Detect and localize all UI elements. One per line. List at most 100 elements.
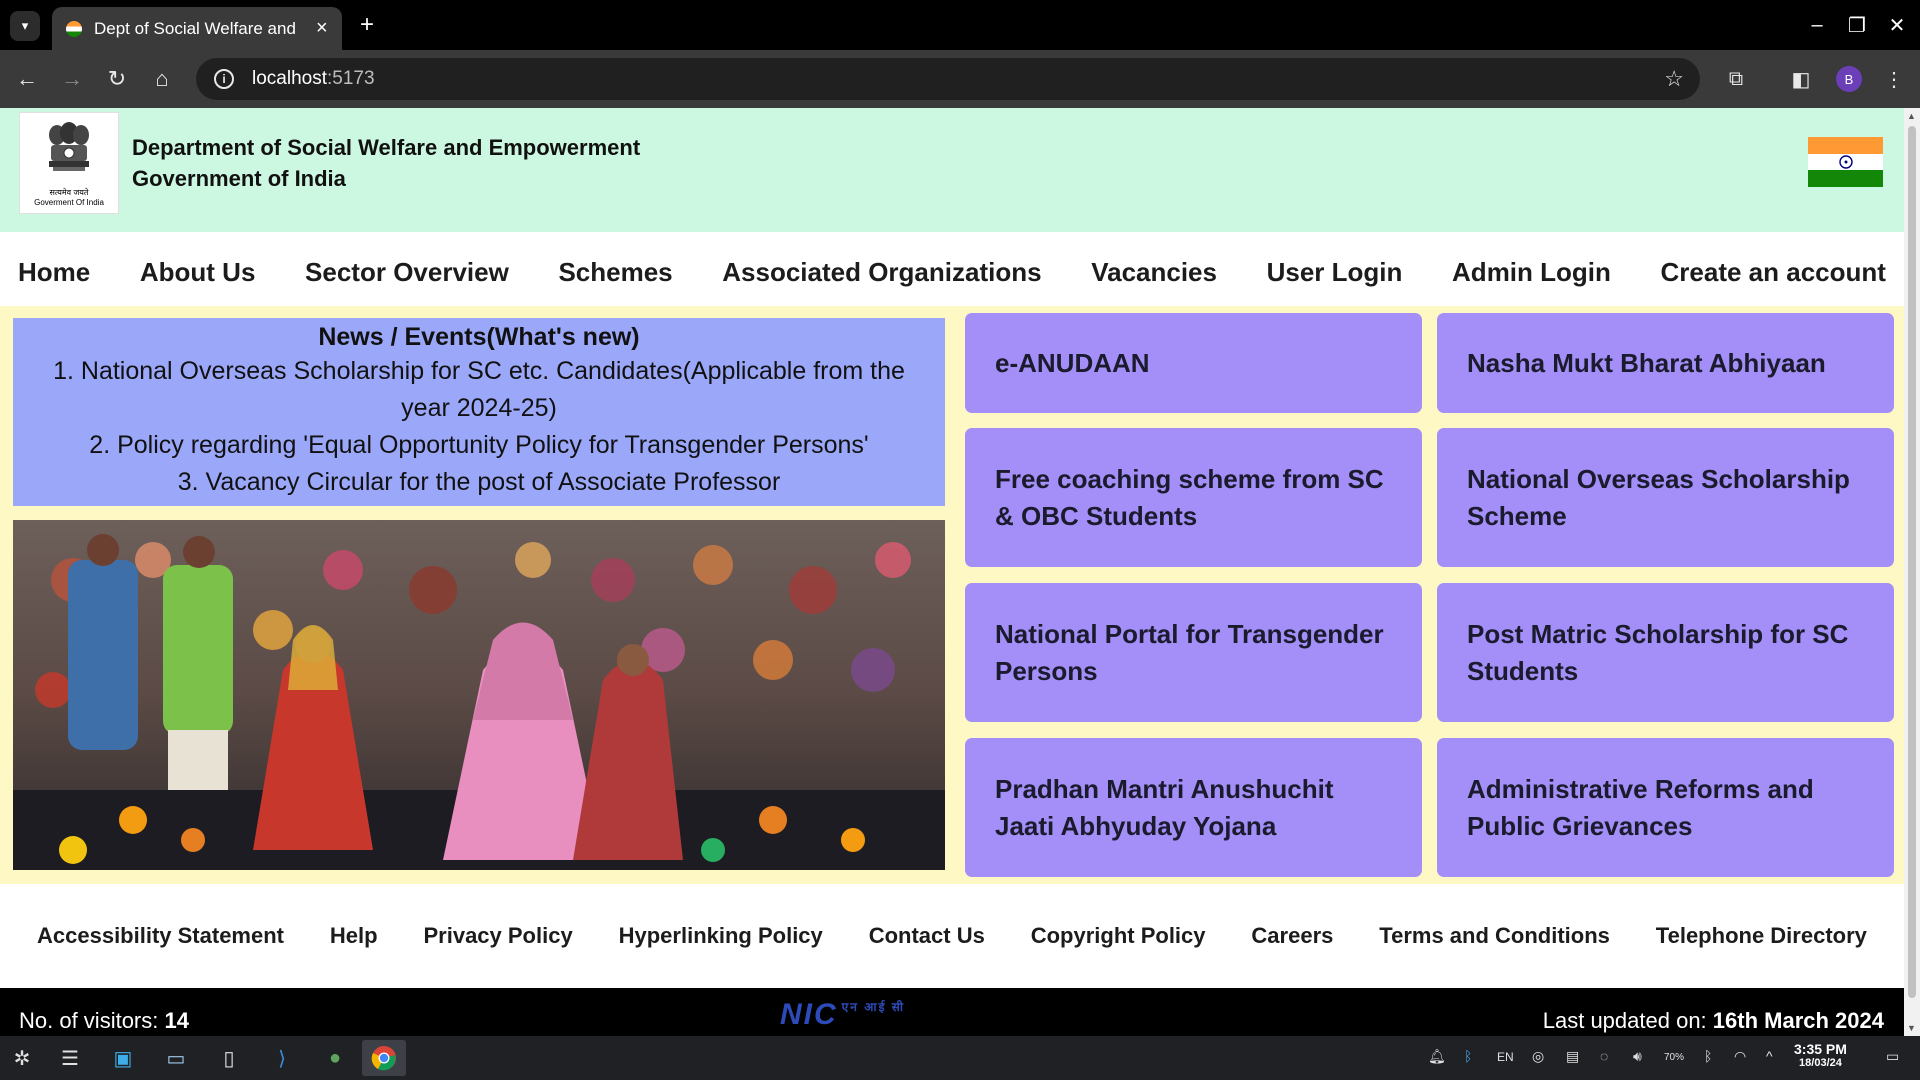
store-icon[interactable]: ▣	[101, 1040, 145, 1076]
footer-bottom: No. of visitors: 14 NIC एन आई सी Last upd…	[0, 988, 1904, 1036]
title-line-1: Department of Social Welfare and Empower…	[132, 135, 641, 160]
notifications-icon[interactable]: 🔔︎	[1428, 1048, 1446, 1065]
nav-about-us[interactable]: About Us	[140, 257, 256, 288]
page-viewport: सत्यमेव जयते Goverment Of India Departme…	[0, 108, 1904, 1036]
footer-privacy-link[interactable]: Privacy Policy	[423, 923, 572, 949]
emblem-icon	[49, 122, 89, 171]
mongodb-compass-icon[interactable]: ●	[313, 1040, 357, 1076]
scheme-card-pm-ajay[interactable]: Pradhan Mantri Anushuchit Jaati Abhyuday…	[965, 738, 1422, 877]
text-editor-icon[interactable]: ▯	[207, 1040, 251, 1076]
nav-home[interactable]: Home	[18, 257, 90, 288]
os-taskbar: ✲ ☰ ▣ ▭ ▯ ⟩ ● 🔔︎ ᛒ EN ◎ ▤ ◌ 🔊︎ 70% ᛒ ◠ ^…	[0, 1036, 1920, 1080]
vscode-icon[interactable]: ⟩	[260, 1040, 304, 1076]
ashoka-chakra-icon	[1838, 155, 1853, 169]
bluetooth-icon[interactable]: ᛒ	[1704, 1048, 1712, 1064]
footer-accessibility-link[interactable]: Accessibility Statement	[37, 923, 284, 949]
india-flag	[1808, 137, 1883, 188]
system-clock[interactable]: 3:35 PM 18/03/24	[1794, 1041, 1847, 1069]
accessibility-icon[interactable]: ◎	[1532, 1048, 1544, 1065]
hero-photo	[13, 520, 945, 870]
nav-vacancies[interactable]: Vacancies	[1091, 257, 1217, 288]
nav-create-account[interactable]: Create an account	[1661, 257, 1886, 288]
file-manager-icon[interactable]: ▭	[154, 1040, 198, 1076]
crowd-photo-illustration	[13, 520, 945, 870]
wifi-icon[interactable]: ◠	[1734, 1048, 1746, 1065]
nav-user-login[interactable]: User Login	[1267, 257, 1403, 288]
volume-icon[interactable]: 🔊︎	[1633, 1048, 1642, 1065]
bluetooth-status-icon[interactable]: ᛒ	[1464, 1048, 1472, 1064]
launcher-icon[interactable]: ✲	[0, 1040, 44, 1076]
menu-icon[interactable]: ⋮	[1879, 64, 1909, 94]
forward-icon[interactable]: →	[57, 64, 87, 94]
bookmark-star-icon[interactable]: ☆	[1664, 66, 1684, 92]
extensions-icon[interactable]: ⧉	[1721, 64, 1751, 94]
main-content: News / Events(What's new) 1. National Ov…	[0, 306, 1904, 884]
minimize-icon[interactable]: –	[1802, 10, 1832, 40]
back-icon[interactable]: ←	[12, 64, 42, 94]
scroll-down-icon[interactable]: ▼	[1907, 1023, 1916, 1033]
scheme-card-transgender-portal[interactable]: National Portal for Transgender Persons	[965, 583, 1422, 722]
favicon-icon	[66, 20, 82, 37]
emblem-caption: Goverment Of India	[34, 198, 104, 207]
nic-logo: NIC एन आई सी	[780, 998, 906, 1031]
footer-links: Accessibility Statement Help Privacy Pol…	[0, 884, 1904, 988]
reload-icon[interactable]: ↻	[102, 64, 132, 94]
title-line-2: Government of India	[132, 166, 346, 191]
page-scrollbar[interactable]: ▲ ▼	[1904, 108, 1920, 1036]
national-emblem: सत्यमेव जयते Goverment Of India	[19, 112, 119, 214]
nav-admin-login[interactable]: Admin Login	[1452, 257, 1611, 288]
footer-contact-link[interactable]: Contact Us	[869, 923, 985, 949]
tab-search-button[interactable]: ▾	[10, 11, 40, 41]
news-panel: News / Events(What's new) 1. National Ov…	[13, 318, 945, 506]
night-light-icon[interactable]: ◌	[1600, 1048, 1608, 1064]
nav-associated-organizations[interactable]: Associated Organizations	[722, 257, 1041, 288]
keyboard-layout[interactable]: EN	[1497, 1050, 1514, 1064]
url-text: localhost:5173	[252, 68, 375, 89]
footer-telephone-link[interactable]: Telephone Directory	[1656, 923, 1867, 949]
department-title: Department of Social Welfare and Empower…	[132, 132, 640, 194]
scrollbar-thumb[interactable]	[1908, 126, 1916, 998]
scheme-card-post-matric[interactable]: Post Matric Scholarship for SC Students	[1437, 583, 1894, 722]
browser-toolbar: ← → ↻ ⌂ i localhost:5173 ☆ ⧉ ◧ ⋮	[0, 50, 1920, 108]
scheme-card-e-anudaan[interactable]: e-ANUDAAN	[965, 313, 1422, 413]
new-tab-button[interactable]: +	[352, 10, 382, 40]
nav-sector-overview[interactable]: Sector Overview	[305, 257, 509, 288]
footer-careers-link[interactable]: Careers	[1251, 923, 1333, 949]
task-manager-icon[interactable]: ☰	[48, 1040, 92, 1076]
close-tab-icon[interactable]: ×	[316, 17, 328, 40]
address-bar[interactable]: i localhost:5173 ☆	[196, 58, 1700, 100]
news-item[interactable]: 1. National Overseas Scholarship for SC …	[13, 353, 945, 427]
chevron-down-icon: ▾	[21, 18, 29, 33]
side-panel-icon[interactable]: ◧	[1786, 64, 1816, 94]
scheme-card-nasha-mukt[interactable]: Nasha Mukt Bharat Abhiyaan	[1437, 313, 1894, 413]
footer-terms-link[interactable]: Terms and Conditions	[1379, 923, 1610, 949]
news-item[interactable]: 3. Vacancy Circular for the post of Asso…	[13, 464, 945, 501]
scheme-card-overseas-scholarship[interactable]: National Overseas Scholarship Scheme	[1437, 428, 1894, 567]
chrome-icon[interactable]	[362, 1040, 406, 1076]
footer-copyright-link[interactable]: Copyright Policy	[1031, 923, 1206, 949]
site-header: सत्यमेव जयते Goverment Of India Departme…	[0, 108, 1904, 232]
news-title: News / Events(What's new)	[318, 323, 640, 351]
news-item[interactable]: 2. Policy regarding 'Equal Opportunity P…	[13, 427, 945, 464]
browser-tab[interactable]: Dept of Social Welfare and ×	[52, 7, 342, 50]
scheme-card-admin-reforms[interactable]: Administrative Reforms and Public Grieva…	[1437, 738, 1894, 877]
browser-tab-bar: ▾ Dept of Social Welfare and × + – ❐ ✕	[0, 0, 1920, 50]
window-close-icon[interactable]: ✕	[1882, 10, 1912, 40]
clipboard-icon[interactable]: ▤	[1566, 1048, 1579, 1065]
visitor-count: No. of visitors: 14	[19, 1008, 189, 1033]
tray-expand-icon[interactable]: ^	[1766, 1048, 1773, 1064]
footer-help-link[interactable]: Help	[330, 923, 378, 949]
footer-hyperlinking-link[interactable]: Hyperlinking Policy	[619, 923, 823, 949]
scroll-up-icon[interactable]: ▲	[1907, 111, 1916, 121]
home-icon[interactable]: ⌂	[147, 64, 177, 94]
restore-icon[interactable]: ❐	[1842, 10, 1872, 40]
show-desktop-icon[interactable]: ▭	[1886, 1048, 1899, 1065]
scheme-card-free-coaching[interactable]: Free coaching scheme from SC & OBC Stude…	[965, 428, 1422, 567]
site-info-icon[interactable]: i	[214, 69, 234, 89]
battery-status[interactable]: 70%	[1664, 1052, 1684, 1063]
main-navigation: Home About Us Sector Overview Schemes As…	[0, 232, 1904, 312]
nav-schemes[interactable]: Schemes	[558, 257, 672, 288]
tab-title: Dept of Social Welfare and	[94, 18, 296, 38]
last-updated: Last updated on: 16th March 2024	[1542, 1008, 1884, 1033]
profile-avatar[interactable]: B	[1836, 66, 1862, 92]
